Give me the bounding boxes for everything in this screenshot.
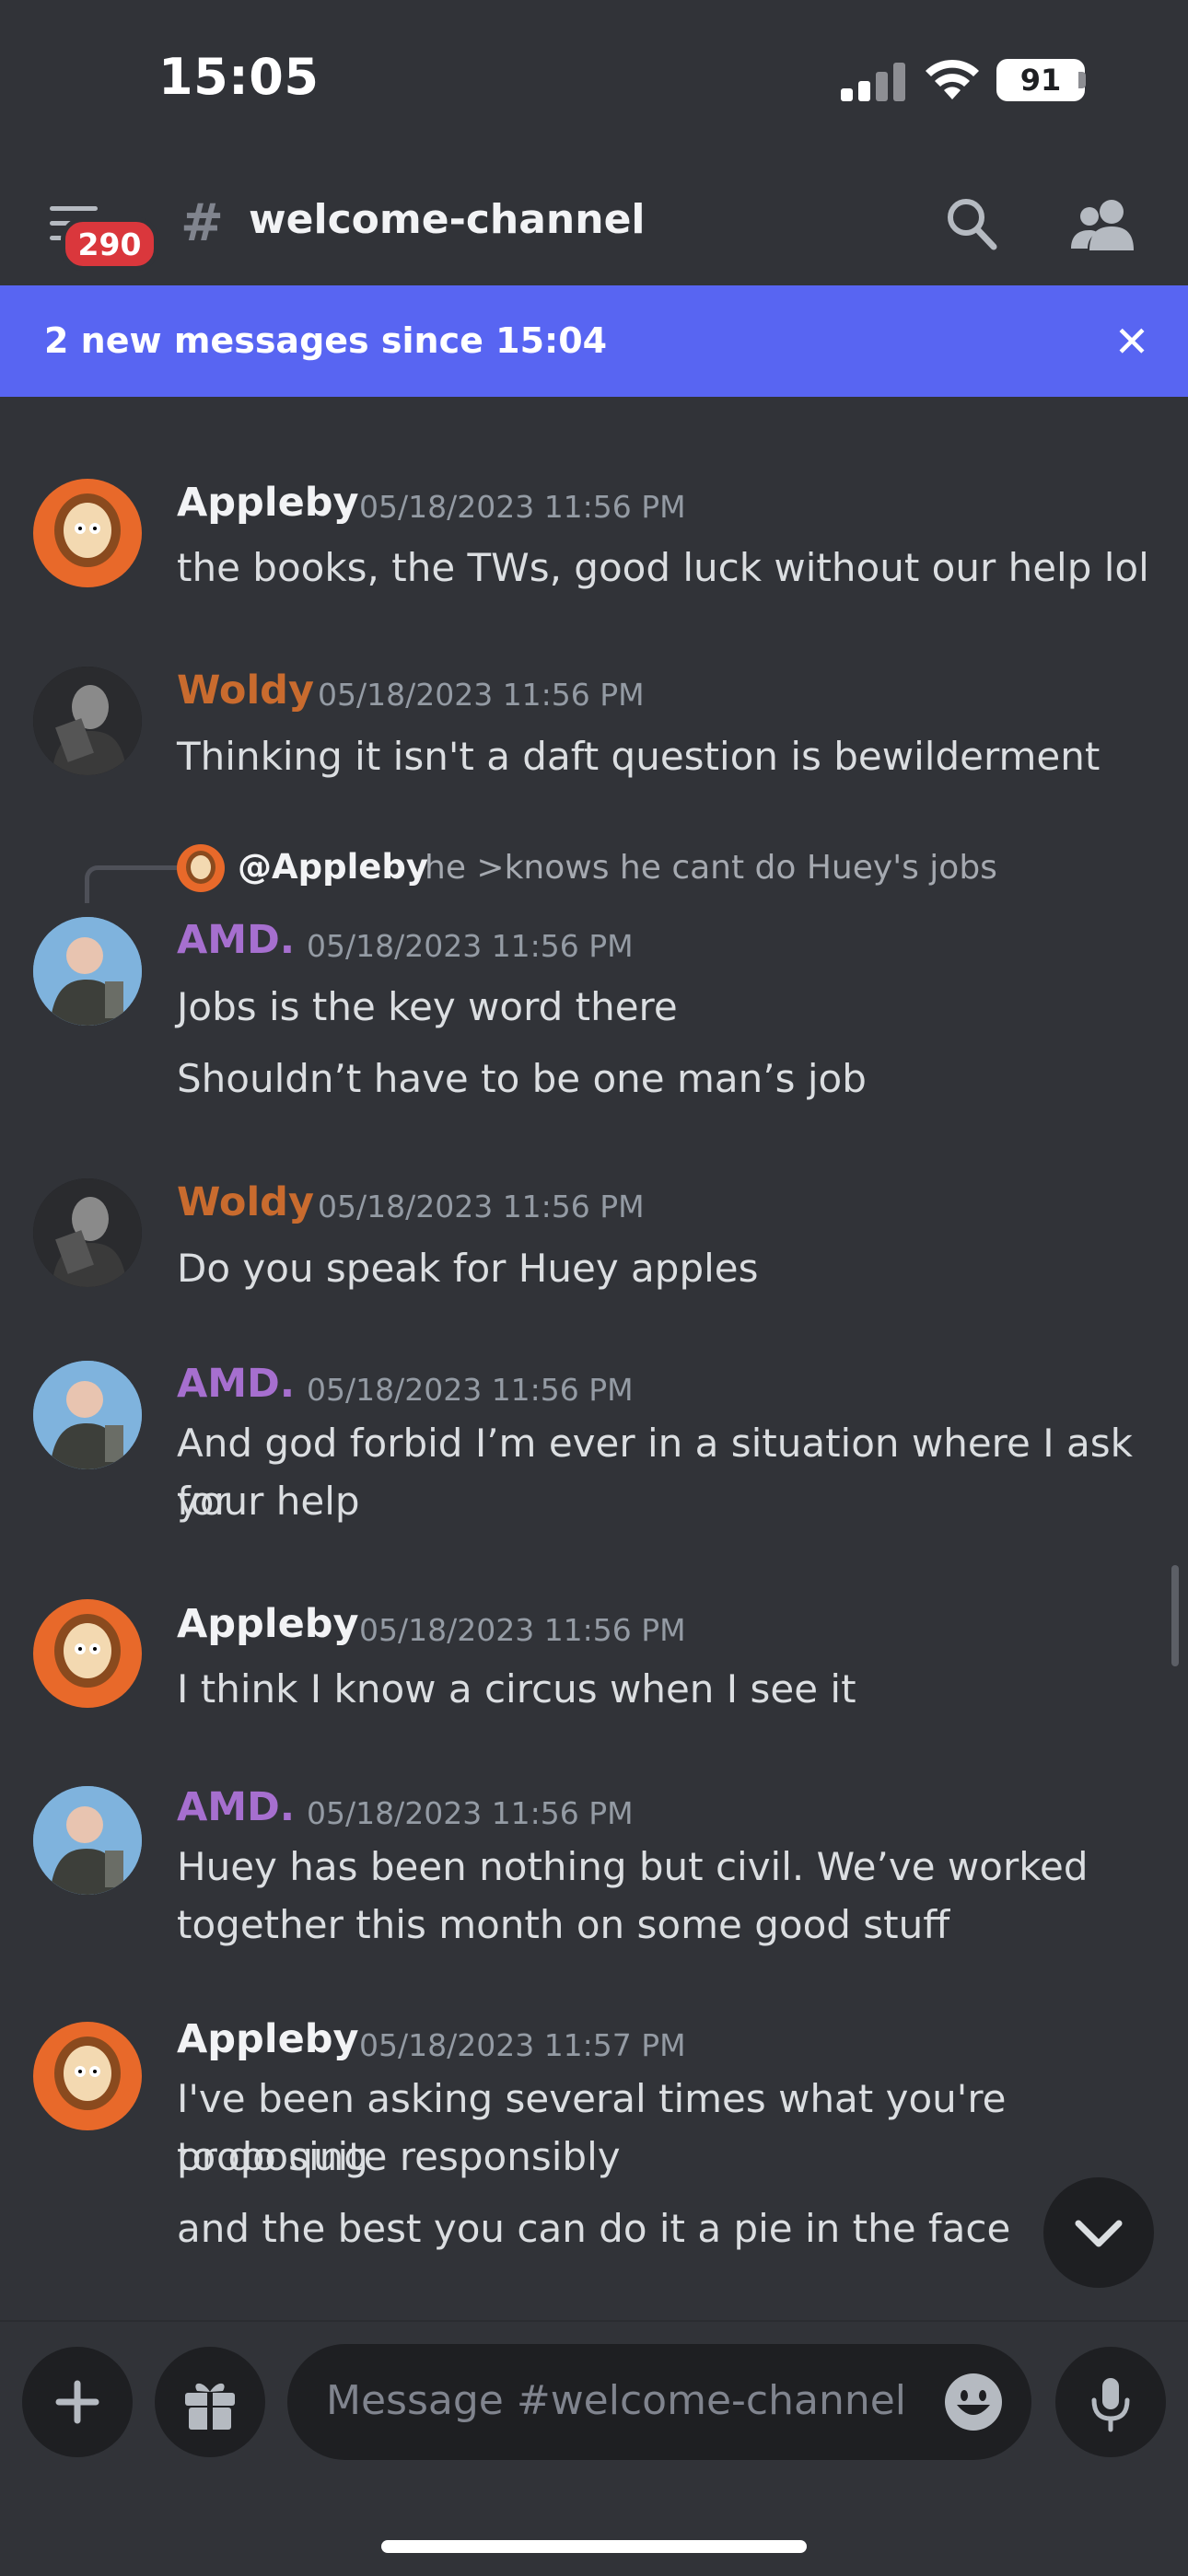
message-text: to do quite responsibly [177, 2134, 621, 2179]
avatar[interactable] [33, 667, 142, 775]
message-author[interactable]: Woldy [177, 667, 314, 714]
channel-title[interactable]: welcome-channel [249, 196, 646, 243]
message-timestamp: 05/18/2023 11:56 PM [307, 1795, 634, 1831]
avatar[interactable] [33, 917, 142, 1026]
avatar[interactable] [33, 479, 142, 587]
message-author[interactable]: Appleby [177, 2016, 359, 2062]
reply-connector [85, 865, 185, 903]
chevron-down-icon [1075, 2220, 1123, 2247]
message-text: Huey has been nothing but civil. We’ve w… [177, 1844, 1089, 1889]
avatar[interactable] [33, 1599, 142, 1708]
message-text: Thinking it isn't a daft question is bew… [177, 734, 1101, 779]
channel-hash-icon: # [181, 193, 224, 253]
message-text: and the best you can do it a pie in the … [177, 2206, 1011, 2251]
reply-author[interactable]: @Appleby [238, 847, 428, 887]
message-timestamp: 05/18/2023 11:56 PM [359, 1612, 686, 1648]
home-indicator[interactable] [381, 2540, 807, 2553]
search-icon[interactable] [944, 195, 999, 252]
gift-button[interactable] [155, 2347, 265, 2457]
message-timestamp: 05/18/2023 11:56 PM [359, 489, 686, 525]
reply-avatar [177, 844, 225, 892]
message-timestamp: 05/18/2023 11:56 PM [307, 1372, 634, 1408]
message-input-placeholder: Message #welcome-channel [326, 2377, 907, 2424]
message-author[interactable]: AMD. [177, 1361, 295, 1407]
gift-icon [185, 2383, 235, 2430]
message-text: the books, the TWs, good luck without ou… [177, 545, 1149, 590]
jump-to-bottom-button[interactable] [1043, 2177, 1154, 2288]
members-icon[interactable] [1071, 197, 1136, 252]
microphone-icon [1091, 2378, 1130, 2432]
message-text: together this month on some good stuff [177, 1902, 950, 1947]
message-text: Shouldn’t have to be one man’s job [177, 1056, 867, 1101]
message-author[interactable]: Appleby [177, 480, 359, 526]
battery-indicator: 91 [996, 59, 1085, 101]
message-author[interactable]: AMD. [177, 917, 295, 963]
message-author[interactable]: Appleby [177, 1601, 359, 1647]
battery-cap [1078, 72, 1086, 88]
message-timestamp: 05/18/2023 11:56 PM [307, 928, 634, 964]
message-timestamp: 05/18/2023 11:56 PM [318, 1189, 645, 1224]
message-text: I think I know a circus when I see it [177, 1666, 856, 1712]
avatar[interactable] [33, 1178, 142, 1287]
avatar[interactable] [33, 2022, 142, 2130]
message-author[interactable]: Woldy [177, 1179, 314, 1225]
message-text: your help [177, 1479, 360, 1524]
add-attachment-button[interactable] [22, 2347, 133, 2457]
message-author[interactable]: AMD. [177, 1784, 295, 1830]
wifi-icon [926, 59, 979, 99]
emoji-icon[interactable] [943, 2372, 1004, 2432]
reply-preview[interactable]: he >knows he cant do Huey's jobs [425, 849, 997, 887]
plus-icon [55, 2380, 99, 2424]
message-timestamp: 05/18/2023 11:57 PM [359, 2027, 686, 2063]
message-text: Do you speak for Huey apples [177, 1246, 759, 1291]
scrollbar[interactable] [1171, 1565, 1179, 1666]
voice-message-button[interactable] [1055, 2347, 1166, 2457]
notification-badge: 290 [61, 217, 158, 271]
avatar[interactable] [33, 1361, 142, 1469]
close-icon[interactable]: ✕ [1110, 320, 1154, 365]
message-timestamp: 05/18/2023 11:56 PM [318, 677, 645, 713]
cellular-signal-icon [841, 61, 905, 101]
message-text: Jobs is the key word there [177, 984, 678, 1029]
status-time: 15:05 [158, 48, 320, 106]
avatar[interactable] [33, 1786, 142, 1895]
new-messages-text: 2 new messages since 15:04 [44, 320, 608, 361]
